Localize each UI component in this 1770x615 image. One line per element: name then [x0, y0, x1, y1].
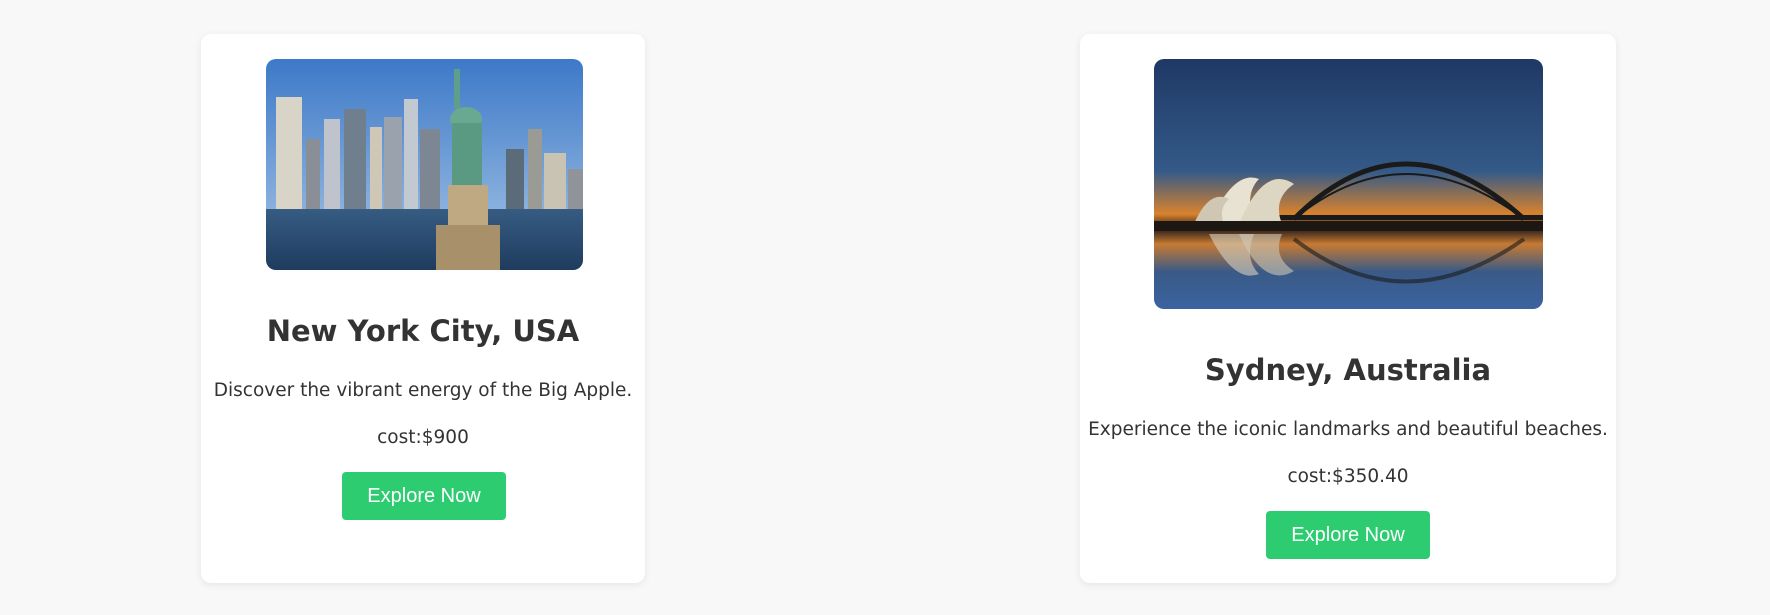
- sydney-photo: [1154, 59, 1543, 309]
- explore-now-button[interactable]: Explore Now: [1266, 511, 1430, 559]
- destination-card-sydney: Sydney, Australia Experience the iconic …: [1080, 34, 1616, 583]
- destination-cost: cost:$350.40: [1287, 466, 1409, 487]
- explore-now-button[interactable]: Explore Now: [342, 472, 506, 520]
- destinations-page: New York City, USA Discover the vibrant …: [0, 0, 1770, 615]
- destination-card-new-york: New York City, USA Discover the vibrant …: [201, 34, 645, 583]
- destination-description: Experience the iconic landmarks and beau…: [1088, 419, 1608, 440]
- new-york-photo: [266, 59, 583, 270]
- destination-cost: cost:$900: [377, 427, 469, 448]
- destination-description: Discover the vibrant energy of the Big A…: [213, 380, 633, 401]
- destination-title: New York City, USA: [266, 314, 580, 348]
- destination-title: Sydney, Australia: [1204, 353, 1492, 387]
